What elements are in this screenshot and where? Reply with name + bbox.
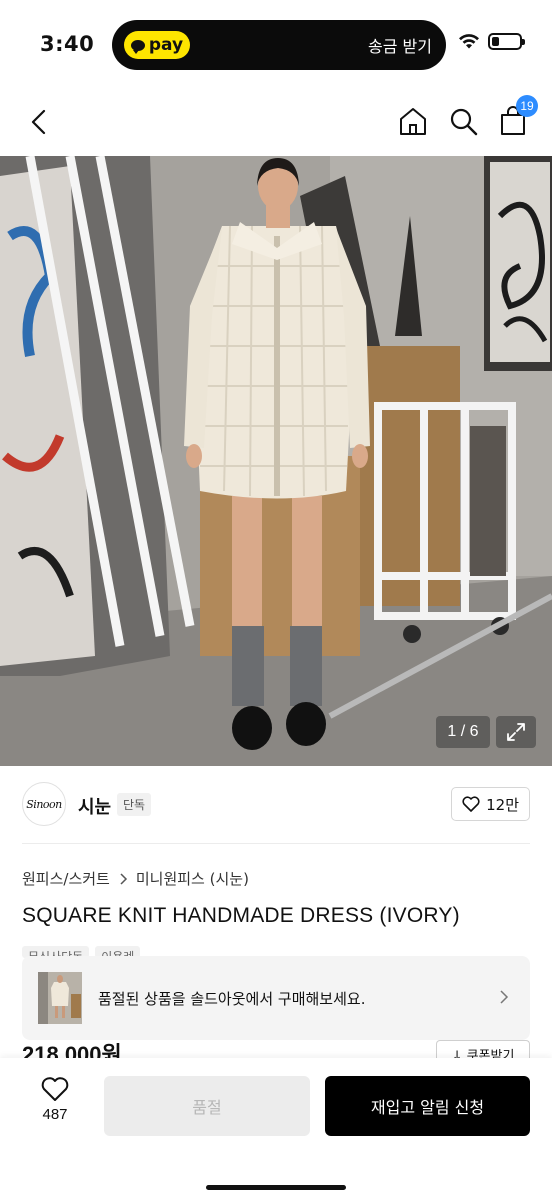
nav-actions: 19 — [396, 95, 538, 138]
expand-image-button[interactable] — [496, 716, 536, 748]
chevron-right-icon — [500, 990, 509, 1004]
brand-logo[interactable]: Sinoon — [22, 782, 66, 826]
chevron-right-icon — [120, 872, 127, 885]
coupon-button[interactable]: ↓ 쿠폰받기 — [436, 1040, 530, 1060]
expand-icon — [507, 723, 525, 741]
soldout-label: 품절 — [192, 1098, 222, 1117]
product-price: 218,000원 — [22, 1042, 122, 1060]
brand-logo-text: Sinoon — [26, 797, 62, 811]
status-time: 3:40 — [40, 32, 95, 56]
wishlist-button[interactable]: 487 — [30, 1076, 80, 1123]
back-arrow-icon[interactable] — [24, 106, 56, 138]
kakao-pay-badge: pay — [124, 31, 190, 59]
chat-bubble-icon — [130, 39, 145, 54]
product-image-gallery[interactable]: 1 / 6 — [0, 156, 552, 766]
banner-thumbnail — [38, 972, 82, 1024]
breadcrumb: 원피스/스커트 미니원피스 (시눈) — [22, 868, 249, 889]
wishlist-count: 487 — [42, 1106, 68, 1123]
breadcrumb-category[interactable]: 원피스/스커트 — [22, 868, 110, 889]
island-text: 송금 받기 — [368, 37, 432, 56]
image-counter: 1 / 6 — [436, 716, 490, 748]
pay-label: pay — [148, 35, 184, 55]
restock-alert-button[interactable]: 재입고 알림 신청 — [325, 1076, 530, 1136]
bottom-action-bar: 487 품절 재입고 알림 신청 — [0, 1058, 552, 1200]
soldout-marketplace-banner[interactable]: 품절된 상품을 솔드아웃에서 구매해보세요. — [22, 956, 530, 1040]
soldout-button: 품절 — [104, 1076, 310, 1136]
brand-name[interactable]: 시눈 — [78, 793, 111, 819]
restock-label: 재입고 알림 신청 — [370, 1098, 485, 1117]
status-icons — [458, 33, 525, 50]
product-title: SQUARE KNIT HANDMADE DRESS (IVORY) — [22, 904, 460, 927]
dynamic-island[interactable]: pay 송금 받기 — [112, 20, 446, 70]
search-icon[interactable] — [446, 104, 480, 138]
heart-icon — [41, 1077, 69, 1101]
top-navigation: 19 — [0, 90, 552, 156]
banner-text: 품절된 상품을 솔드아웃에서 구매해보세요. — [98, 990, 366, 1008]
banner-thumbnail-image — [38, 972, 82, 1024]
cart-count-badge: 19 — [516, 95, 538, 117]
brand-like-count: 12만 — [486, 795, 519, 814]
status-bar: 3:40 pay 송금 받기 — [0, 0, 552, 90]
product-photo — [0, 156, 552, 766]
brand-row: Sinoon 시눈 단독 12만 — [0, 766, 552, 844]
cart-button[interactable]: 19 — [496, 95, 538, 138]
breadcrumb-subcategory[interactable]: 미니원피스 (시눈) — [136, 868, 249, 889]
brand-like-button[interactable]: 12만 — [451, 787, 530, 821]
wifi-icon — [459, 34, 479, 49]
home-indicator — [206, 1185, 346, 1190]
battery-icon — [488, 33, 525, 50]
home-icon[interactable] — [396, 104, 430, 138]
divider — [22, 843, 530, 844]
exclusive-badge: 단독 — [117, 793, 152, 816]
heart-icon — [462, 796, 480, 812]
